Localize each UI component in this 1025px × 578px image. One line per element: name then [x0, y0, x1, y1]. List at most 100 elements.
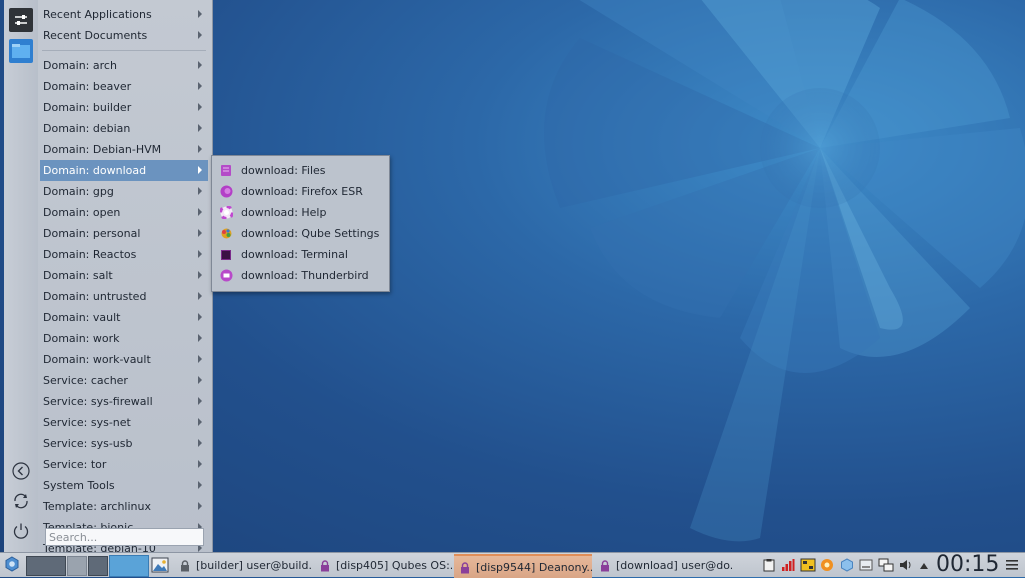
- launcher-sidebar: [4, 0, 39, 552]
- menu-item-service-cacher[interactable]: Service: cacher: [40, 370, 208, 391]
- menu-item-domain-arch[interactable]: Domain: arch: [40, 55, 208, 76]
- qubes-menu-icon[interactable]: [4, 556, 20, 572]
- submenu-arrow-icon: [198, 82, 202, 90]
- menu-item-service-tor[interactable]: Service: tor: [40, 454, 208, 475]
- back-icon[interactable]: [11, 461, 31, 481]
- submenu-arrow-icon: [198, 271, 202, 279]
- taskbar-task-disp9544[interactable]: [disp9544] Deanony...: [454, 554, 592, 578]
- menu-item-domain-gpg[interactable]: Domain: gpg: [40, 181, 208, 202]
- submenu-arrow-icon: [198, 481, 202, 489]
- submenu-arrow-icon: [198, 103, 202, 111]
- submenu-arrow-icon: [198, 10, 202, 18]
- qubes-domains-icon[interactable]: [840, 558, 854, 572]
- menu-item-domain-debian[interactable]: Domain: debian: [40, 118, 208, 139]
- menu-item-label: Domain: Debian-HVM: [43, 143, 162, 156]
- submenu-item-thunderbird[interactable]: download: Thunderbird: [216, 265, 386, 286]
- terminal-icon: [219, 248, 233, 262]
- submenu-arrow-icon: [198, 334, 202, 342]
- submenu-arrow-icon: [198, 397, 202, 405]
- lock-icon: [600, 559, 610, 571]
- disk-icon[interactable]: [859, 558, 873, 572]
- menu-item-service-sys-usb[interactable]: Service: sys-usb: [40, 433, 208, 454]
- lock-icon: [460, 561, 470, 573]
- menu-item-label: Domain: work: [43, 332, 120, 345]
- submenu-arrow-icon: [198, 250, 202, 258]
- clock[interactable]: 00:15: [936, 553, 999, 577]
- menu-item-domain-salt[interactable]: Domain: salt: [40, 265, 208, 286]
- task-label: [disp9544] Deanony...: [476, 560, 592, 574]
- submenu-item-terminal[interactable]: download: Terminal: [216, 244, 386, 265]
- taskbar-task-download[interactable]: [download] user@do...: [594, 554, 732, 576]
- submenu-arrow-icon: [198, 229, 202, 237]
- thunderbird-icon: [219, 269, 233, 283]
- submenu-arrow-icon: [198, 376, 202, 384]
- submenu-item-files[interactable]: download: Files: [216, 160, 386, 181]
- taskbar-task-builder[interactable]: [builder] user@build...: [174, 554, 312, 576]
- submenu-item-help[interactable]: download: Help: [216, 202, 386, 223]
- menu-item-domain-open[interactable]: Domain: open: [40, 202, 208, 223]
- submenu-item-label: download: Qube Settings: [241, 227, 380, 240]
- menu-separator: [42, 50, 206, 51]
- menu-item-system-tools[interactable]: System Tools: [40, 475, 208, 496]
- menu-item-domain-beaver[interactable]: Domain: beaver: [40, 76, 208, 97]
- workspace-1[interactable]: [26, 556, 66, 576]
- menu-item-recent-applications[interactable]: Recent Applications: [40, 4, 208, 25]
- clipboard-icon[interactable]: [762, 558, 776, 572]
- menu-item-domain-builder[interactable]: Domain: builder: [40, 97, 208, 118]
- menu-item-label: Domain: debian: [43, 122, 131, 135]
- submenu-item-firefox-esr[interactable]: download: Firefox ESR: [216, 181, 386, 202]
- files-icon: [219, 164, 233, 178]
- submenu-item-label: download: Thunderbird: [241, 269, 369, 282]
- power-icon[interactable]: [11, 521, 31, 541]
- submenu-item-qube-settings[interactable]: download: Qube Settings: [216, 223, 386, 244]
- taskbar: [builder] user@build... [disp405] Qubes …: [0, 552, 1025, 578]
- menu-item-service-sys-firewall[interactable]: Service: sys-firewall: [40, 391, 208, 412]
- menu-item-label: Domain: Reactos: [43, 248, 137, 261]
- devices-icon[interactable]: [800, 558, 816, 572]
- menu-item-label: System Tools: [43, 479, 115, 492]
- menu-item-label: Recent Documents: [43, 29, 148, 42]
- menu-item-domain-work[interactable]: Domain: work: [40, 328, 208, 349]
- lock-icon: [320, 559, 330, 571]
- menu-item-recent-documents[interactable]: Recent Documents: [40, 25, 208, 46]
- menu-item-domain-personal[interactable]: Domain: personal: [40, 223, 208, 244]
- task-label: [disp405] Qubes OS:...: [336, 558, 452, 572]
- lock-icon: [180, 559, 190, 571]
- tray-expand-icon[interactable]: [919, 560, 933, 574]
- submenu-arrow-icon: [198, 145, 202, 153]
- menu-item-domain-vault[interactable]: Domain: vault: [40, 307, 208, 328]
- help-icon: [219, 206, 233, 220]
- settings-sliders-icon[interactable]: [9, 8, 33, 32]
- menu-item-service-sys-net[interactable]: Service: sys-net: [40, 412, 208, 433]
- image-viewer-icon[interactable]: [151, 557, 169, 573]
- menu-item-label: Domain: download: [43, 164, 147, 177]
- menu-item-domain-work-vault[interactable]: Domain: work-vault: [40, 349, 208, 370]
- menu-item-template-archlinux[interactable]: Template: archlinux: [40, 496, 208, 517]
- submenu-arrow-icon: [198, 61, 202, 69]
- menu-item-label: Domain: salt: [43, 269, 113, 282]
- workspace-2[interactable]: [67, 556, 87, 576]
- menu-item-domain-debian-hvm[interactable]: Domain: Debian-HVM: [40, 139, 208, 160]
- menu-item-domain-download[interactable]: Domain: download: [40, 160, 208, 181]
- menu-item-label: Service: sys-usb: [43, 437, 133, 450]
- menu-item-domain-untrusted[interactable]: Domain: untrusted: [40, 286, 208, 307]
- folder-icon[interactable]: [9, 39, 33, 63]
- menu-item-label: Service: cacher: [43, 374, 128, 387]
- volume-icon[interactable]: [899, 558, 913, 572]
- search-input[interactable]: [45, 528, 204, 546]
- workspace-3[interactable]: [88, 556, 108, 576]
- taskbar-task-disp405[interactable]: [disp405] Qubes OS:...: [314, 554, 452, 576]
- menu-item-label: Domain: builder: [43, 101, 132, 114]
- windows-icon[interactable]: [878, 558, 894, 572]
- refresh-icon[interactable]: [11, 491, 31, 511]
- hamburger-menu-icon[interactable]: [1006, 559, 1020, 573]
- menu-item-label: Domain: arch: [43, 59, 117, 72]
- menu-item-domain-reactos[interactable]: Domain: Reactos: [40, 244, 208, 265]
- updates-icon[interactable]: [820, 558, 834, 572]
- network-signal-icon[interactable]: [781, 558, 795, 572]
- menu-item-label: Service: sys-firewall: [43, 395, 153, 408]
- domain-download-submenu: download: Files download: Firefox ESR do…: [211, 155, 390, 292]
- submenu-arrow-icon: [198, 292, 202, 300]
- workspace-4[interactable]: [109, 555, 149, 577]
- submenu-item-label: download: Firefox ESR: [241, 185, 363, 198]
